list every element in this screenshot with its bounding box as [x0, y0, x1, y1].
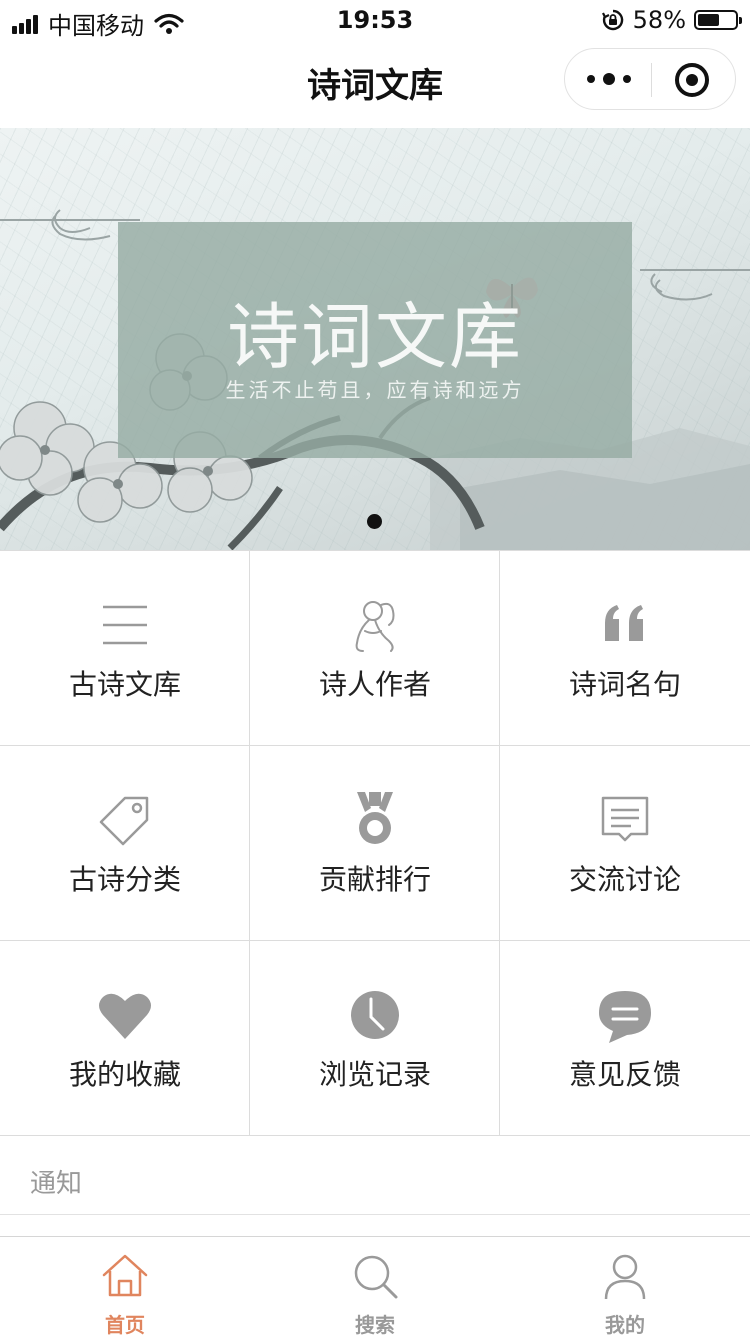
tab-bar: 首页 搜索 我的 [0, 1236, 750, 1337]
poet-icon [355, 601, 395, 652]
grid-item-label: 古诗文库 [68, 668, 181, 701]
banner-card: 诗词文库 生活不止苟且，应有诗和远方 [118, 222, 632, 458]
user-icon [604, 1254, 646, 1300]
rotation-lock-icon [601, 9, 623, 31]
grid-item-categories[interactable]: 古诗分类 [0, 746, 250, 941]
close-target-icon[interactable] [675, 63, 709, 97]
search-icon [354, 1255, 398, 1299]
feature-grid: 古诗文库 诗人作者 诗词名句 古诗分类 贡献排行 交流讨论 我的收藏 浏览记录 … [0, 550, 750, 1136]
grid-item-poem-library[interactable]: 古诗文库 [0, 551, 250, 746]
heart-icon [99, 993, 151, 1039]
grid-item-label: 意见反馈 [568, 1058, 681, 1091]
tab-mine[interactable]: 我的 [500, 1237, 750, 1337]
grid-item-label: 贡献排行 [318, 863, 431, 896]
grid-item-label: 我的收藏 [68, 1058, 181, 1091]
grid-item-contribution-ranking[interactable]: 贡献排行 [250, 746, 500, 941]
grid-item-label: 古诗分类 [68, 863, 181, 896]
status-right: 58% [601, 6, 742, 34]
banner-title: 诗词文库 [226, 295, 523, 379]
mini-program-capsule [564, 48, 736, 110]
capsule-divider [651, 63, 652, 97]
banner-carousel[interactable]: 诗词文库 生活不止苟且，应有诗和远方 [0, 128, 750, 550]
grid-item-label: 交流讨论 [568, 863, 681, 896]
banner-subtitle: 生活不止苟且，应有诗和远方 [225, 378, 525, 402]
grid-item-label: 诗词名句 [568, 668, 681, 701]
grid-item-feedback[interactable]: 意见反馈 [500, 941, 750, 1136]
grid-item-label: 诗人作者 [318, 668, 431, 701]
medal-icon [357, 792, 393, 844]
tab-home[interactable]: 首页 [0, 1237, 250, 1337]
battery-icon [694, 10, 742, 30]
grid-item-label: 浏览记录 [318, 1058, 431, 1091]
tab-search[interactable]: 搜索 [250, 1237, 500, 1337]
grid-item-history[interactable]: 浏览记录 [250, 941, 500, 1136]
carousel-indicator-dot[interactable] [367, 514, 382, 529]
home-icon [102, 1254, 148, 1297]
more-icon[interactable] [587, 49, 631, 109]
grid-item-famous-lines[interactable]: 诗词名句 [500, 551, 750, 746]
notice-section[interactable]: 通知 [0, 1135, 750, 1215]
grid-item-favorites[interactable]: 我的收藏 [0, 941, 250, 1136]
list-icon [103, 605, 147, 645]
battery-percent: 58% [632, 6, 686, 34]
feedback-icon [599, 991, 651, 1043]
tag-icon [99, 796, 149, 846]
battery-fill [698, 14, 719, 26]
grid-item-poets[interactable]: 诗人作者 [250, 551, 500, 746]
clock-icon [351, 991, 399, 1039]
nav-bar: 诗词文库 [0, 40, 750, 128]
quote-icon [605, 605, 643, 641]
message-icon [601, 796, 649, 842]
notice-label: 通知 [30, 1169, 83, 1199]
status-bar: 中国移动 19:53 58% [0, 0, 750, 40]
grid-item-discussion[interactable]: 交流讨论 [500, 746, 750, 941]
